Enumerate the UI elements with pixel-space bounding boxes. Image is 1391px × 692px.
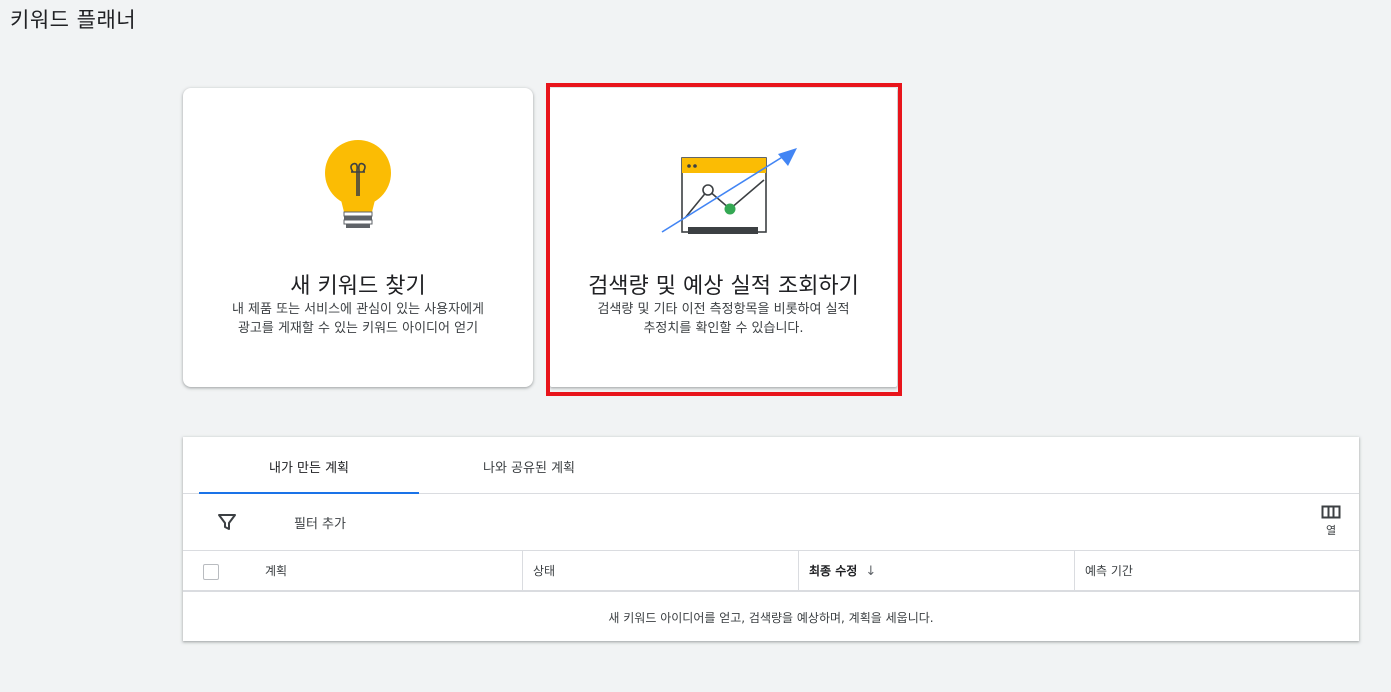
filter-bar: 필터 추가 열 — [183, 494, 1359, 551]
filter-icon[interactable] — [217, 512, 237, 532]
sort-descending-icon: ↓ — [865, 564, 877, 579]
card-title: 새 키워드 찾기 — [290, 274, 426, 299]
columns-button[interactable]: 열 — [1313, 504, 1349, 546]
columns-icon — [1321, 505, 1341, 519]
empty-state-message: 새 키워드 아이디어를 얻고, 검색량을 예상하며, 계획을 세웁니다. — [608, 611, 934, 625]
card-description: 내 제품 또는 서비스에 관심이 있는 사용자에게 광고를 게재할 수 있는 키… — [231, 302, 485, 336]
tab-shared-plans[interactable]: 나와 공유된 계획 — [419, 437, 639, 493]
lightbulb-icon — [183, 140, 533, 236]
card-title: 검색량 및 예상 실적 조회하기 — [588, 274, 859, 299]
trend-chart-icon — [550, 146, 897, 238]
find-new-keywords-card[interactable]: 새 키워드 찾기 내 제품 또는 서비스에 관심이 있는 사용자에게 광고를 게… — [183, 88, 533, 387]
column-header-status[interactable]: 상태 — [522, 551, 798, 592]
column-header-forecast-period[interactable]: 예측 기간 — [1074, 551, 1359, 592]
select-all-checkbox[interactable] — [203, 564, 219, 580]
table-header: 계획 상태 최종 수정 ↓ 예측 기간 — [183, 551, 1359, 592]
column-header-plan[interactable]: 계획 — [265, 551, 287, 592]
card-description: 검색량 및 기타 이전 측정항목을 비롯하여 실적 추정치를 확인할 수 있습니… — [597, 302, 850, 336]
get-search-volume-forecasts-card[interactable]: 검색량 및 예상 실적 조회하기 검색량 및 기타 이전 측정항목을 비롯하여 … — [550, 88, 897, 387]
add-filter-button[interactable]: 필터 추가 — [294, 513, 346, 532]
column-header-last-modified[interactable]: 최종 수정 ↓ — [798, 551, 1074, 592]
columns-label: 열 — [1325, 524, 1337, 537]
page-title: 키워드 플래너 — [10, 8, 137, 32]
tab-my-plans[interactable]: 내가 만든 계획 — [199, 437, 419, 494]
plans-tabs: 내가 만든 계획 나와 공유된 계획 — [183, 437, 1359, 494]
plans-panel: 내가 만든 계획 나와 공유된 계획 필터 추가 열 계획 상태 최종 수정 ↓ … — [183, 437, 1359, 641]
